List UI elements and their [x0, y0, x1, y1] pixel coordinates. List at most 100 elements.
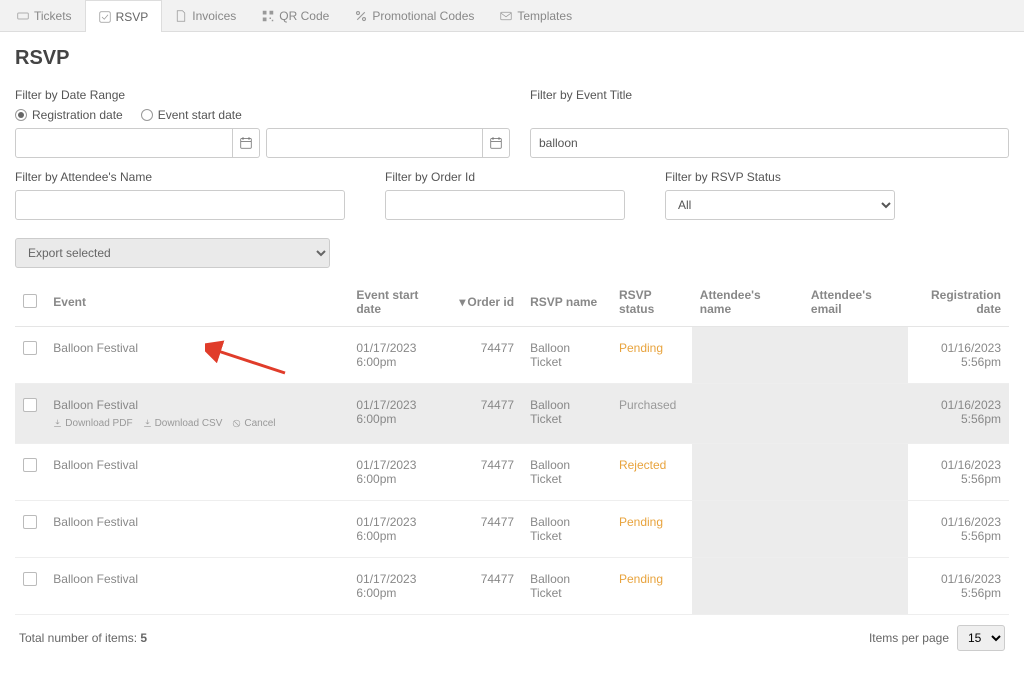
row-checkbox[interactable] [23, 572, 37, 586]
col-attendee-name[interactable]: Attendee's name [692, 278, 803, 327]
percent-icon [355, 10, 367, 22]
order-id-input[interactable] [385, 190, 625, 220]
col-attendee-email[interactable]: Attendee's email [803, 278, 908, 327]
download-pdf-action[interactable]: Download PDF [53, 418, 132, 429]
rsvp-name: Balloon Ticket [522, 444, 611, 501]
select-all-checkbox[interactable] [23, 294, 37, 308]
col-event[interactable]: Event [45, 278, 348, 327]
order-id: 74477 [451, 384, 522, 444]
event-title-input[interactable] [530, 128, 1009, 158]
radio-event-start-label: Event start date [158, 108, 242, 122]
attendee-name-cell [692, 327, 803, 384]
rsvp-name: Balloon Ticket [522, 558, 611, 615]
order-id: 74477 [451, 558, 522, 615]
filter-attendee-name-label: Filter by Attendee's Name [15, 170, 345, 184]
date-to-input[interactable] [266, 128, 484, 158]
filter-date-range-label: Filter by Date Range [15, 88, 510, 102]
filter-rsvp-status-label: Filter by RSVP Status [665, 170, 895, 184]
ticket-icon [17, 10, 29, 22]
tab-templates[interactable]: Templates [487, 0, 585, 31]
rsvp-status: Pending [619, 515, 663, 529]
table-row: Balloon Festival Download PDF Download CSV… [15, 384, 1009, 444]
event-start-date: 01/17/2023 6:00pm [348, 384, 451, 444]
rsvp-name: Balloon Ticket [522, 327, 611, 384]
table-row: Balloon Festival 01/17/2023 6:00pm74477Ba… [15, 327, 1009, 384]
event-start-date: 01/17/2023 6:00pm [348, 501, 451, 558]
page-title: RSVP [15, 47, 1009, 70]
event-name: Balloon Festival [53, 572, 138, 586]
attendee-name-cell [692, 444, 803, 501]
file-icon [175, 10, 187, 22]
radio-registration-label: Registration date [32, 108, 123, 122]
rsvp-status: Pending [619, 572, 663, 586]
calendar-icon[interactable] [483, 128, 510, 158]
sort-desc-icon: ▾ [459, 295, 465, 309]
event-start-date: 01/17/2023 6:00pm [348, 558, 451, 615]
radio-dot-icon [15, 109, 27, 121]
registration-date: 01/16/2023 5:56pm [908, 444, 1009, 501]
rsvp-status: Purchased [619, 398, 676, 412]
per-page-select[interactable]: 15 [957, 625, 1005, 651]
qr-icon [262, 10, 274, 22]
registration-date: 01/16/2023 5:56pm [908, 558, 1009, 615]
registration-date: 01/16/2023 5:56pm [908, 327, 1009, 384]
tab-tickets[interactable]: Tickets [4, 0, 85, 31]
event-name: Balloon Festival [53, 398, 138, 412]
export-selected-dropdown[interactable]: Export selected [15, 238, 330, 268]
attendee-email-cell [803, 444, 908, 501]
tabs-bar: TicketsRSVPInvoicesQR CodePromotional Co… [0, 0, 1024, 32]
attendee-email-cell [803, 384, 908, 444]
col-event-start[interactable]: Event start date [348, 278, 451, 327]
rsvp-status-select[interactable]: All [665, 190, 895, 220]
calendar-icon[interactable] [233, 128, 260, 158]
event-start-date: 01/17/2023 6:00pm [348, 327, 451, 384]
col-registration-date[interactable]: Registration date [908, 278, 1009, 327]
row-checkbox[interactable] [23, 398, 37, 412]
attendee-name-input[interactable] [15, 190, 345, 220]
event-name: Balloon Festival [53, 515, 138, 529]
date-from-input[interactable] [15, 128, 233, 158]
registration-date: 01/16/2023 5:56pm [908, 501, 1009, 558]
rsvp-name: Balloon Ticket [522, 384, 611, 444]
attendee-name-cell [692, 558, 803, 615]
row-checkbox[interactable] [23, 341, 37, 355]
filter-event-title-label: Filter by Event Title [530, 88, 1009, 102]
event-name: Balloon Festival [53, 458, 138, 472]
cancel-action[interactable]: Cancel [232, 418, 275, 429]
tab-invoices[interactable]: Invoices [162, 0, 249, 31]
filter-order-id-label: Filter by Order Id [385, 170, 625, 184]
row-checkbox[interactable] [23, 515, 37, 529]
tab-qr-code[interactable]: QR Code [249, 0, 342, 31]
download-csv-action[interactable]: Download CSV [143, 418, 223, 429]
attendee-email-cell [803, 558, 908, 615]
table-row: Balloon Festival 01/17/2023 6:00pm74477Ba… [15, 501, 1009, 558]
table-row: Balloon Festival 01/17/2023 6:00pm74477Ba… [15, 444, 1009, 501]
attendee-email-cell [803, 501, 908, 558]
rsvp-table: Event Event start date ▾Order id RSVP na… [15, 278, 1009, 615]
order-id: 74477 [451, 501, 522, 558]
event-start-date: 01/17/2023 6:00pm [348, 444, 451, 501]
rsvp-status: Pending [619, 341, 663, 355]
page-content: RSVP Filter by Date Range Registration d… [0, 32, 1024, 676]
total-items: Total number of items: 5 [19, 631, 147, 645]
mail-icon [500, 10, 512, 22]
per-page-label: Items per page [869, 631, 949, 645]
order-id: 74477 [451, 444, 522, 501]
tab-promotional-codes[interactable]: Promotional Codes [342, 0, 487, 31]
attendee-name-cell [692, 384, 803, 444]
col-rsvp-name[interactable]: RSVP name [522, 278, 611, 327]
radio-event-start-date[interactable]: Event start date [141, 108, 242, 122]
event-name: Balloon Festival [53, 341, 138, 355]
col-rsvp-status[interactable]: RSVP status [611, 278, 692, 327]
check-square-icon [99, 11, 111, 23]
order-id: 74477 [451, 327, 522, 384]
rsvp-name: Balloon Ticket [522, 501, 611, 558]
attendee-email-cell [803, 327, 908, 384]
attendee-name-cell [692, 501, 803, 558]
table-row: Balloon Festival 01/17/2023 6:00pm74477Ba… [15, 558, 1009, 615]
radio-registration-date[interactable]: Registration date [15, 108, 123, 122]
col-order-id[interactable]: ▾Order id [451, 278, 522, 327]
tab-rsvp[interactable]: RSVP [85, 0, 163, 32]
radio-dot-icon [141, 109, 153, 121]
row-checkbox[interactable] [23, 458, 37, 472]
